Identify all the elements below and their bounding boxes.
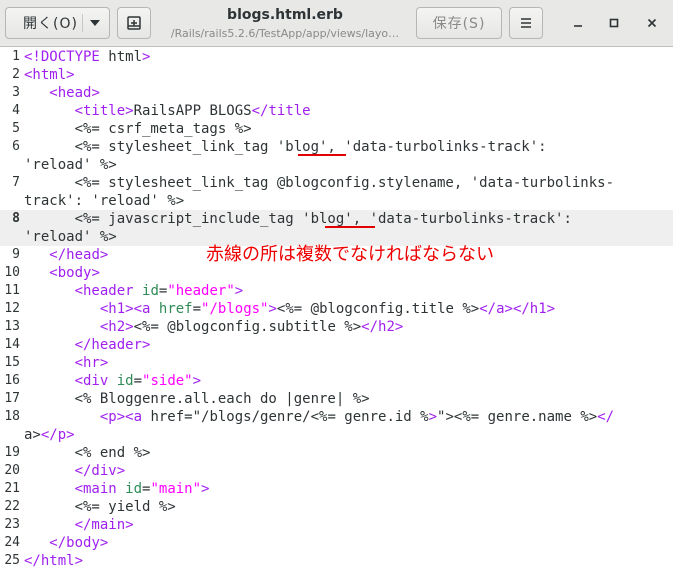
code-text: <div id="side"> [74,373,202,389]
window-title: blogs.html.erb /Rails/rails5.2.6/TestApp… [160,6,410,41]
new-document-icon [127,16,141,30]
maximize-icon [609,18,619,28]
line-number: 4 [12,103,20,118]
maximize-button[interactable] [603,12,625,34]
line-number: 6 [12,139,20,154]
code-text: <p><a href="/blogs/genre/<%= genre.id %>… [99,409,615,425]
code-line[interactable]: 6 <%= stylesheet_link_tag 'blog', 'data-… [0,138,673,174]
code-line[interactable]: 13 <h2><%= @blogconfig.subtitle %></h2> [0,318,673,336]
line-number: 10 [4,265,20,280]
code-line[interactable]: 11 <header id="header"> [0,282,673,300]
code-text: </header> [74,337,151,353]
code-text: <%= stylesheet_link_tag @blogconfig.styl… [24,175,615,191]
code-line[interactable]: 3 <head> [0,84,673,102]
line-number: 1 [12,49,20,64]
code-text: <h2><%= @blogconfig.subtitle %></h2> [99,319,404,335]
line-number: 9 [12,247,20,262]
code-line[interactable]: 7 <%= stylesheet_link_tag @blogconfig.st… [0,174,673,210]
code-line[interactable]: 21 <main id="main"> [0,480,673,498]
code-line[interactable]: 12 <h1><a href="/blogs"><%= @blogconfig.… [0,300,673,318]
code-text: <%= stylesheet_link_tag 'blog', 'data-tu… [24,139,547,155]
code-text: 'reload' %> [24,157,117,173]
line-number: 5 [12,121,20,136]
code-line[interactable]: 17 <% Bloggenre.all.each do |genre| %> [0,390,673,408]
save-button[interactable]: 保存(S) [416,7,502,39]
code-text: <html> [24,67,75,83]
file-name: blogs.html.erb [227,7,343,23]
line-number: 16 [4,373,20,388]
line-number: 3 [12,85,20,100]
line-number: 24 [4,535,20,550]
file-path: /Rails/rails5.2.6/TestApp/app/views/layo… [170,27,400,40]
close-icon [647,18,657,28]
line-number: 14 [4,337,20,352]
line-number: 25 [4,553,20,568]
code-line[interactable]: 20 </div> [0,462,673,480]
code-text: </body> [49,535,109,551]
minimize-icon [574,25,582,27]
red-underline-mark [325,226,375,228]
open-button-divider [82,14,83,32]
line-number: 19 [4,445,20,460]
code-line[interactable]: 15 <hr> [0,354,673,372]
menu-button[interactable] [509,7,543,39]
code-text: <h1><a href="/blogs"><%= @blogconfig.tit… [99,301,556,317]
code-line[interactable]: 25 </html> [0,552,673,570]
code-line[interactable]: 14 </header> [0,336,673,354]
code-line[interactable]: 22 <%= yield %> [0,498,673,516]
new-document-button[interactable] [117,7,151,39]
code-editor[interactable]: 1 <!DOCTYPE html> 2 <html> 3 <head> 4 <title>… [0,48,673,580]
red-underline-mark [298,154,346,156]
code-line[interactable]: 5 <%= csrf_meta_tags %> [0,120,673,138]
minimize-button[interactable] [567,12,589,34]
code-text: </html> [24,553,84,569]
line-number: 21 [4,481,20,496]
line-number: 22 [4,499,20,514]
code-text: a></p> [24,427,75,443]
code-text: <hr> [74,355,109,371]
code-line[interactable]: 4 <title>RailsAPP BLOGS</title [0,102,673,120]
line-number: 7 [12,175,20,190]
code-line[interactable]: 2 <html> [0,66,673,84]
line-number: 11 [4,283,20,298]
line-number: 15 [4,355,20,370]
header-bar: 開く(O) blogs.html.erb /Rails/rails5.2.6/T… [0,0,673,47]
close-button[interactable] [641,12,663,34]
line-number: 13 [4,319,20,334]
code-text: <% Bloggenre.all.each do |genre| %> [24,391,370,407]
code-text: <%= csrf_meta_tags %> [24,121,252,137]
line-number: 23 [4,517,20,532]
code-text: </main> [74,517,134,533]
code-text: <main id="main"> [74,481,210,497]
annotation-text: 赤線の所は複数でなければならない [206,244,494,265]
code-line[interactable]: 16 <div id="side"> [0,372,673,390]
chevron-down-icon[interactable] [90,20,100,26]
line-number: 12 [4,301,20,316]
code-text: <% end %> [24,445,151,461]
line-number: 20 [4,463,20,478]
line-number: 2 [12,67,20,82]
open-button-label: 開く(O) [23,16,78,32]
code-line[interactable]: 24 </body> [0,534,673,552]
code-line[interactable]: 18 <p><a href="/blogs/genre/<%= genre.id… [0,408,673,444]
code-line[interactable]: 19 <% end %> [0,444,673,462]
line-number: 17 [4,391,20,406]
hamburger-menu-icon [521,18,531,28]
line-number: 18 [4,409,20,424]
line-number: 8 [12,211,20,226]
code-line[interactable]: 10 <body> [0,264,673,282]
code-text: track': 'reload' %> [24,193,185,209]
code-text: <%= yield %> [24,499,176,515]
open-button[interactable]: 開く(O) [5,7,110,39]
code-line[interactable]: 1 <!DOCTYPE html> [0,48,673,66]
code-text: <body> [49,265,100,281]
code-line[interactable]: 23 </main> [0,516,673,534]
code-text: <header id="header"> [74,283,244,299]
code-text: </div> [74,463,126,479]
code-text: <!DOCTYPE html> [24,49,151,65]
code-text: <head> [49,85,100,101]
code-text: <title>RailsAPP BLOGS</title [74,103,311,119]
